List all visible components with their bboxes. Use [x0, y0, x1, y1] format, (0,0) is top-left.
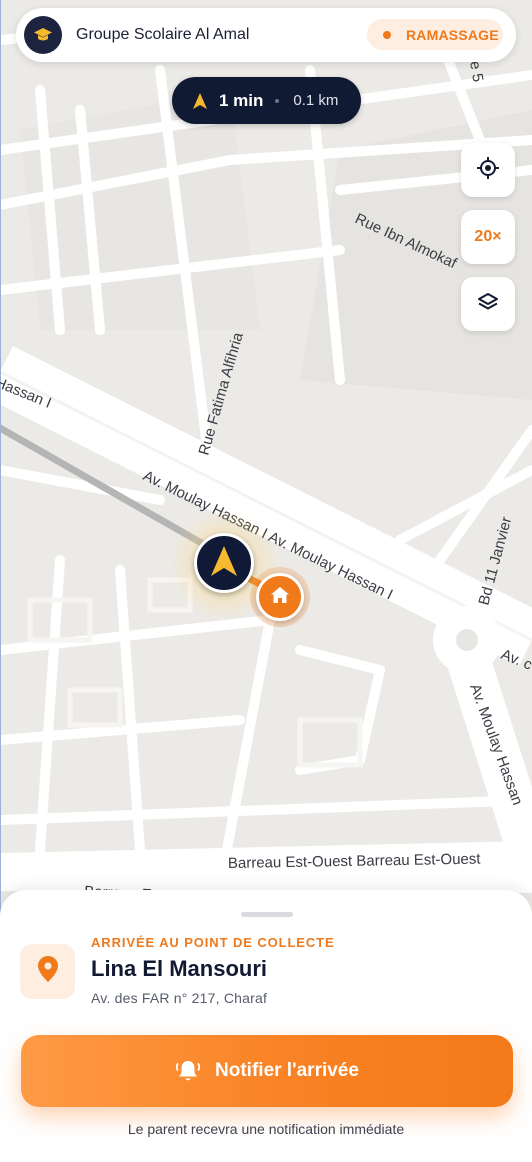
zoom-level-label: 20×: [474, 228, 502, 245]
notify-arrival-label: Notifier l'arrivée: [215, 1060, 359, 1081]
pickup-home-marker[interactable]: [256, 573, 304, 621]
eta-separator: [275, 98, 280, 103]
locate-button[interactable]: [461, 143, 515, 197]
navigation-arrow-icon: [211, 545, 237, 581]
sheet-drag-handle[interactable]: [241, 912, 293, 917]
crosshair-icon: [476, 156, 500, 185]
layers-icon: [477, 291, 499, 318]
eta-pill: 1 min 0.1 km: [172, 77, 361, 124]
location-pin-box: [20, 944, 75, 999]
graduation-cap-icon: [24, 16, 62, 54]
bell-ring-icon: [175, 1059, 201, 1083]
mode-badge-label: RAMASSAGE: [406, 26, 499, 43]
navigation-arrow-icon: [193, 92, 207, 109]
zoom-level-button[interactable]: 20×: [461, 210, 515, 264]
arrival-label: ARRIVÉE AU POINT DE COLLECTE: [91, 935, 335, 950]
location-pin-icon: [37, 956, 58, 987]
student-name: Lina El Mansouri: [91, 956, 268, 981]
street-label-top-right: e 5: [466, 60, 486, 83]
notification-hint: Le parent recevra une notification imméd…: [127, 1121, 405, 1137]
pickup-address: Av. des FAR n° 217, Charaf: [91, 990, 268, 1006]
bottom-sheet: ARRIVÉE AU POINT DE COLLECTE Lina El Man…: [0, 890, 532, 1162]
bus-position-marker[interactable]: [194, 533, 254, 593]
eta-time: 1 min: [219, 90, 264, 110]
home-icon: [271, 586, 289, 608]
school-name: Groupe Scolaire Al Amal: [76, 26, 250, 43]
top-header: Groupe Scolaire Al Amal RAMASSAGE: [16, 8, 516, 62]
notify-arrival-button[interactable]: Notifier l'arrivée: [21, 1035, 513, 1107]
status-dot-icon: [383, 30, 391, 39]
mode-badge: RAMASSAGE: [367, 19, 503, 50]
eta-distance: 0.1 km: [293, 92, 339, 109]
layers-button[interactable]: [461, 277, 515, 331]
